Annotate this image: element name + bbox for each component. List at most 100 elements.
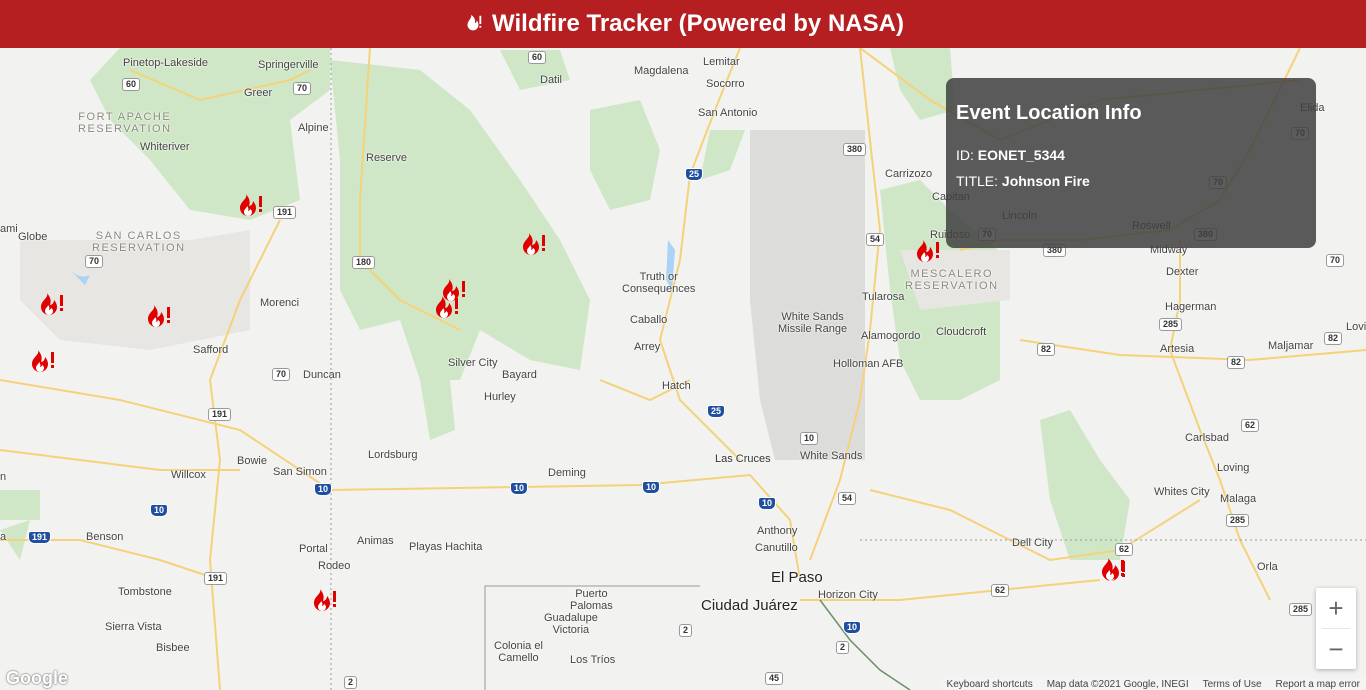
info-box-title: Event Location Info — [956, 102, 1142, 124]
place-label: Dell City — [1012, 537, 1053, 549]
place-label: Greer — [244, 87, 273, 99]
place-label: Guadalupe Victoria — [544, 612, 598, 636]
fire-marker-icon — [314, 589, 336, 611]
event-info-box: Event Location Info ID: EONET_5344 TITLE… — [946, 78, 1316, 248]
fire-marker-icon — [1102, 558, 1124, 580]
fire-marker[interactable] — [37, 291, 67, 317]
highway-shield: 62 — [991, 584, 1010, 597]
place-label: Canutillo — [755, 542, 798, 554]
fire-marker[interactable] — [236, 192, 266, 218]
place-label: n — [0, 471, 7, 483]
highway-shield: 70 — [272, 368, 291, 381]
place-label: Duncan — [303, 369, 341, 381]
place-label: Alamogordo — [861, 330, 921, 342]
highway-shield: 70 — [293, 82, 312, 95]
place-label: Sierra Vista — [105, 621, 162, 633]
zoom-out-button[interactable]: − — [1316, 629, 1356, 669]
place-label: Los Tríos — [570, 654, 616, 666]
place-label: Magdalena — [634, 65, 689, 77]
place-label: Dexter — [1166, 266, 1199, 278]
highway-shield: 191 — [204, 572, 228, 585]
highway-shield: 285 — [1226, 514, 1250, 527]
zoom-in-button[interactable]: + — [1316, 588, 1356, 628]
highway-shield: 10 — [510, 482, 529, 495]
place-label: SAN CARLOS RESERVATION — [92, 230, 186, 254]
place-label: Safford — [193, 344, 229, 356]
fire-marker[interactable] — [432, 294, 462, 320]
highway-shield: 70 — [85, 255, 104, 268]
fire-icon — [462, 13, 484, 35]
place-label: El Paso — [771, 569, 823, 586]
info-title-row: TITLE: Johnson Fire — [956, 173, 1306, 189]
highway-shield: 10 — [642, 481, 661, 494]
place-label: Lemitar — [703, 56, 740, 68]
place-label: Portal — [299, 543, 328, 555]
fire-marker[interactable] — [519, 231, 549, 257]
place-label: MESCALERO RESERVATION — [905, 268, 999, 292]
highway-shield: 54 — [838, 492, 857, 505]
place-label: Ciudad Juárez — [701, 597, 798, 614]
highway-shield: 2 — [344, 676, 358, 689]
highway-shield: 2 — [836, 641, 850, 654]
place-label: Orla — [1257, 561, 1278, 573]
fire-marker[interactable] — [310, 587, 340, 613]
place-label: Alpine — [298, 122, 329, 134]
highway-shield: 62 — [1241, 419, 1260, 432]
place-label: Cloudcroft — [936, 326, 987, 338]
zoom-control: + − — [1316, 588, 1356, 669]
highway-shield: 25 — [707, 405, 726, 418]
highway-shield: 191 — [28, 531, 52, 544]
place-label: Puerto Palomas — [570, 588, 613, 612]
highway-shield: 70 — [1326, 254, 1345, 267]
place-label: Globe — [18, 231, 48, 243]
keyboard-shortcuts-link[interactable]: Keyboard shortcuts — [947, 679, 1033, 690]
place-label: Anthony — [757, 525, 798, 537]
place-label: ami — [0, 223, 18, 235]
highway-shield: 285 — [1159, 318, 1183, 331]
place-label: Malaga — [1220, 493, 1257, 505]
report-map-error-link[interactable]: Report a map error — [1276, 679, 1360, 690]
info-id-label: ID: — [956, 147, 974, 163]
place-label: Tularosa — [862, 291, 905, 303]
place-label: Hatch — [662, 380, 691, 392]
place-label: Holloman AFB — [833, 358, 904, 370]
place-label: Silver City — [448, 357, 498, 369]
place-label: Bayard — [502, 369, 537, 381]
highway-shield: 10 — [314, 483, 333, 496]
highway-shield: 54 — [866, 233, 885, 246]
place-label: Reserve — [366, 152, 407, 164]
place-label: Hurley — [484, 391, 516, 403]
place-label: Colonia el Camello — [494, 640, 543, 664]
terms-of-use-link[interactable]: Terms of Use — [1203, 679, 1262, 690]
info-title-label: TITLE: — [956, 173, 999, 189]
highway-shield: 180 — [352, 256, 376, 269]
map-data-attribution: Map data ©2021 Google, INEGI — [1046, 678, 1189, 690]
fire-marker[interactable] — [913, 238, 943, 264]
highway-shield: 191 — [273, 206, 297, 219]
place-label: White Sands — [800, 450, 863, 462]
highway-shield: 60 — [122, 78, 141, 91]
info-id-value: EONET_5344 — [977, 147, 1065, 163]
place-label: Benson — [86, 531, 124, 543]
place-label: Artesia — [1160, 343, 1195, 355]
place-label: Maljamar — [1268, 340, 1314, 352]
highway-shield: 285 — [1289, 603, 1313, 616]
place-label: FORT APACHE RESERVATION — [78, 111, 172, 135]
fire-marker[interactable] — [28, 348, 58, 374]
google-logo[interactable]: Google — [6, 668, 68, 689]
place-label: Pinetop-Lakeside — [123, 57, 209, 69]
place-label: Carrizozo — [885, 168, 933, 180]
highway-shield: 380 — [843, 143, 867, 156]
highway-shield: 25 — [685, 168, 704, 181]
fire-marker[interactable] — [144, 303, 174, 329]
place-label: Las Cruces — [715, 453, 771, 465]
place-label: Arrey — [634, 341, 661, 353]
info-title-value: Johnson Fire — [1001, 173, 1090, 189]
fire-marker[interactable] — [1098, 556, 1128, 582]
place-label: Lordsburg — [368, 449, 418, 461]
highway-shield: 45 — [765, 672, 784, 685]
place-label: a — [0, 531, 7, 543]
place-label: White Sands Missile Range — [778, 311, 848, 335]
highway-shield: 10 — [843, 621, 862, 634]
place-label: Springerville — [258, 59, 319, 71]
